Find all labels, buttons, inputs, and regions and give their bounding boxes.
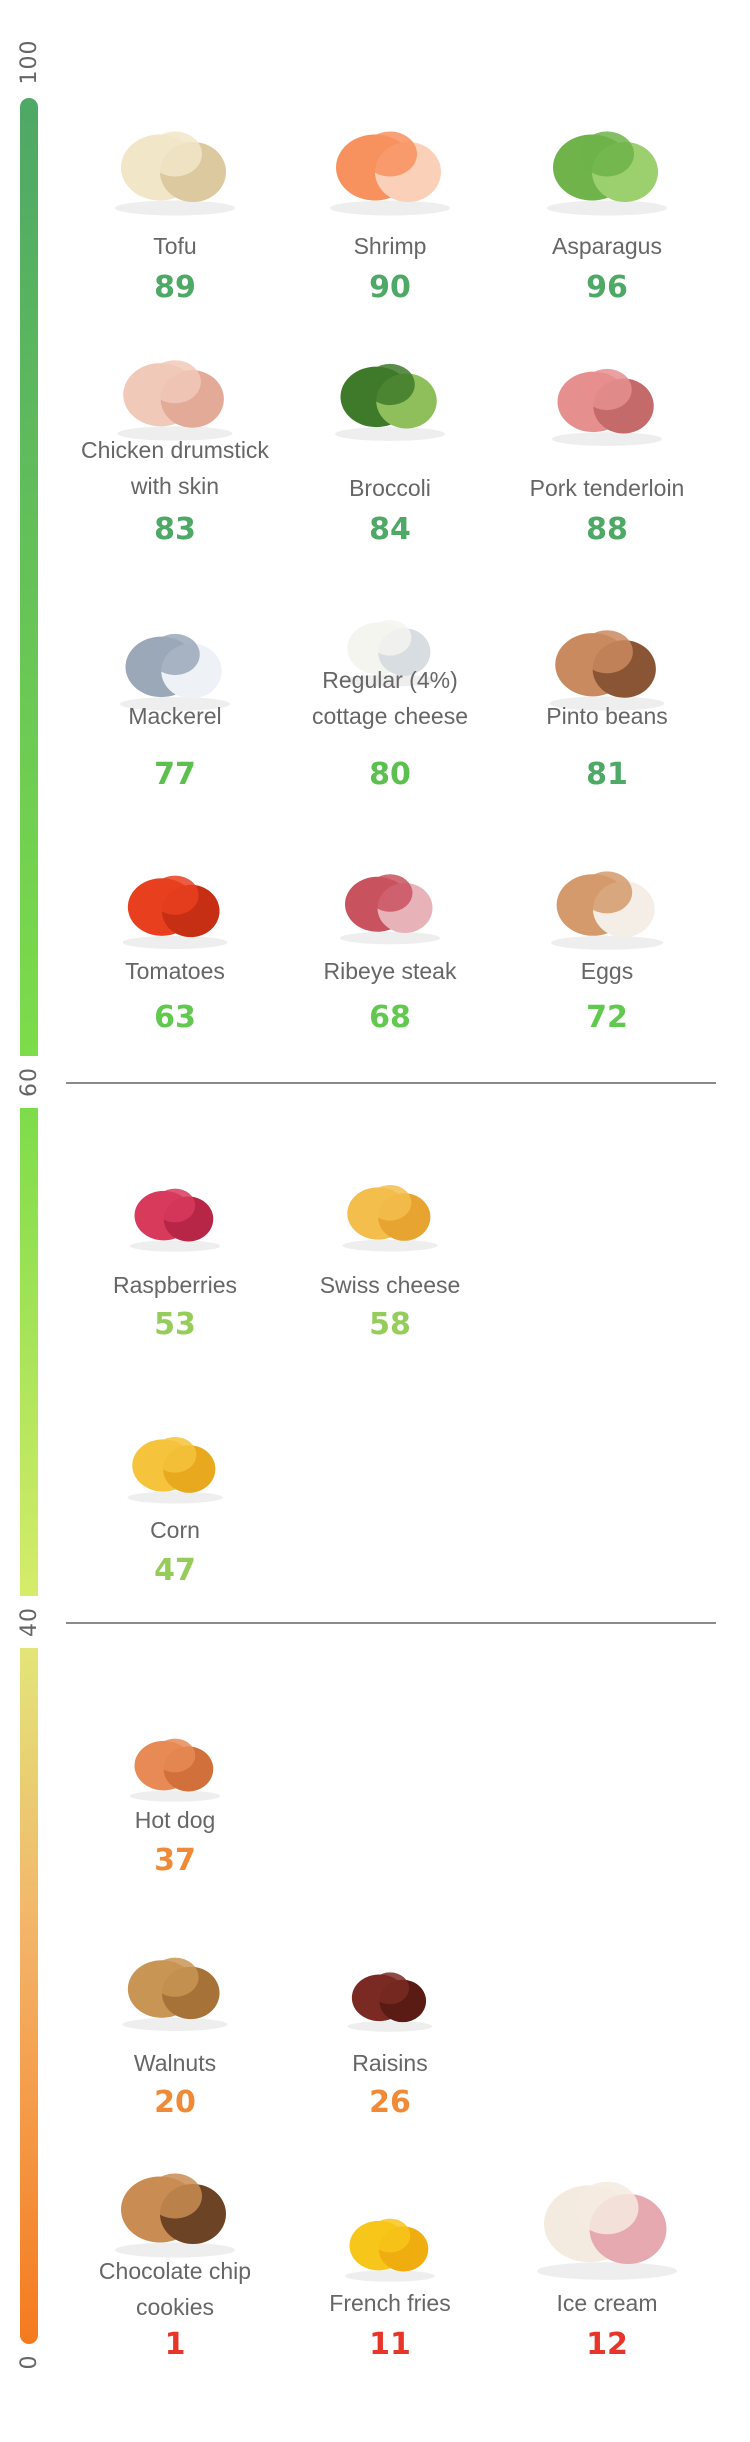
axis-label-40: 40 <box>16 1607 42 1637</box>
french-fries-image <box>334 2195 447 2285</box>
food-score: 11 <box>369 2327 411 2362</box>
scale-band-mid <box>20 1108 38 1596</box>
food-score: 63 <box>154 1000 196 1035</box>
food-name: French fries <box>329 2290 451 2316</box>
scale-band-high <box>20 98 38 1056</box>
food-score: 47 <box>154 1553 196 1588</box>
corn-image <box>116 1412 235 1507</box>
food-name: Walnuts <box>133 2050 217 2076</box>
cookies-image <box>100 2142 250 2262</box>
food-score: 37 <box>154 1843 196 1878</box>
food-name: Broccoli <box>349 475 431 501</box>
shrimp-image <box>315 100 465 220</box>
food-name: Hot dog <box>134 1807 216 1833</box>
eggs-image <box>537 842 677 954</box>
food-score: 81 <box>586 757 628 792</box>
food-name: Raisins <box>352 2050 428 2076</box>
axis-label-100: 100 <box>16 39 42 85</box>
tomatoes-image <box>110 848 241 953</box>
food-name: Swiss cheese <box>319 1272 461 1298</box>
swiss-cheese-image <box>331 1160 450 1255</box>
food-name: Shrimp <box>353 233 427 259</box>
food-name: Eggs <box>580 958 634 984</box>
food-name: Pork tenderloin <box>529 475 685 501</box>
food-name-line2: cookies <box>136 2294 214 2320</box>
food-score: 26 <box>369 2085 411 2120</box>
food-name: Asparagus <box>552 233 662 259</box>
food-name: Chocolate chip <box>98 2258 252 2284</box>
food-name: Tofu <box>153 233 197 259</box>
axis-label-60: 60 <box>16 1067 42 1097</box>
food-score: 20 <box>154 2085 196 2120</box>
food-score: 72 <box>586 1000 628 1035</box>
food-score: 58 <box>369 1307 411 1342</box>
raisins-image <box>337 1950 443 2035</box>
food-name: Ice cream <box>556 2290 658 2316</box>
asparagus-image <box>532 100 682 220</box>
food-name: Ribeye steak <box>323 958 457 984</box>
chicken-drumstick-image <box>103 330 247 445</box>
food-score: 90 <box>369 270 411 305</box>
walnuts-image <box>110 1930 241 2035</box>
food-name: Raspberries <box>113 1272 237 1298</box>
scale-band-low <box>20 1648 38 2344</box>
food-score: 12 <box>586 2327 628 2362</box>
food-score: 89 <box>154 270 196 305</box>
ribeye-steak-image <box>328 848 453 948</box>
food-name-line2: with skin <box>130 473 220 499</box>
food-name: Mackerel <box>128 703 222 729</box>
tofu-image <box>100 100 250 220</box>
food-name: Chicken drumstick <box>81 437 269 463</box>
food-name-line2: cottage cheese <box>311 703 468 729</box>
food-score: 80 <box>369 757 411 792</box>
pork-tenderloin-image <box>538 340 676 450</box>
axis-label-0: 0 <box>16 2354 42 2370</box>
hot-dog-image <box>119 1715 232 1805</box>
food-name: Corn <box>150 1517 200 1543</box>
food-score: 84 <box>369 512 411 547</box>
band-divider-60 <box>66 1082 716 1084</box>
food-score: 96 <box>586 270 628 305</box>
food-score: 68 <box>369 1000 411 1035</box>
ice-cream-image <box>520 2145 695 2285</box>
broccoli-image <box>321 335 459 445</box>
food-name: Regular (4%) <box>322 667 458 693</box>
food-score: 83 <box>154 512 196 547</box>
food-name: Tomatoes <box>125 958 225 984</box>
food-score: 53 <box>154 1307 196 1342</box>
food-score: 1 <box>164 2327 186 2362</box>
band-divider-40 <box>66 1622 716 1624</box>
food-score: 77 <box>154 757 196 792</box>
food-name: Pinto beans <box>546 703 668 729</box>
food-score: 88 <box>586 512 628 547</box>
raspberries-image <box>119 1165 232 1255</box>
